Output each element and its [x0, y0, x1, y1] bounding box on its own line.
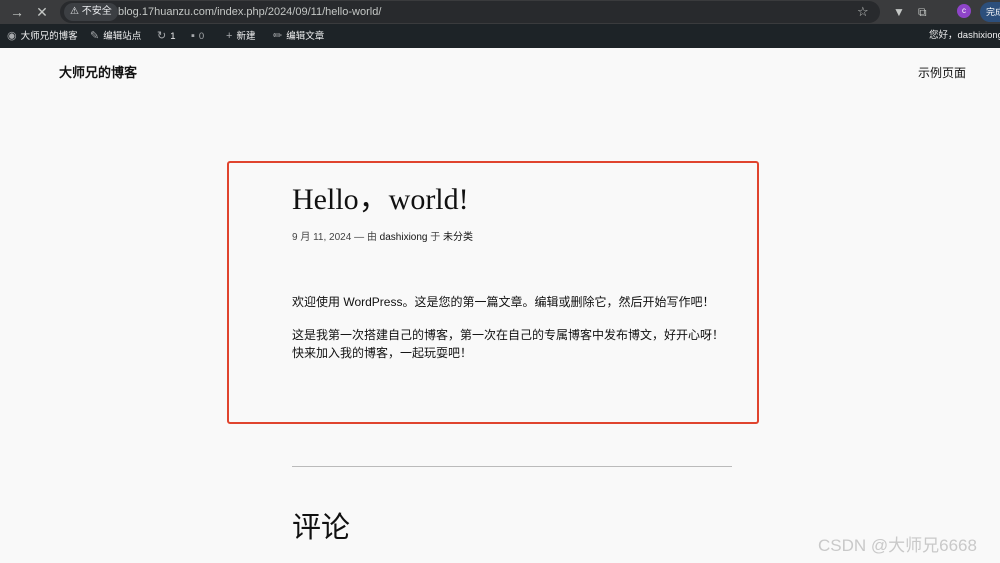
- post-paragraph: 这是我第一次搭建自己的博客，第一次在自己的专属博客中发布博文，好开心呀！: [292, 328, 725, 342]
- updates-icon: ↻: [157, 30, 167, 42]
- admin-customize[interactable]: ✎ 编辑站点: [90, 24, 141, 49]
- post-by: — 由: [354, 232, 377, 243]
- dashboard-icon: ◉: [7, 30, 17, 42]
- extensions-puzzle-icon[interactable]: ⧉: [918, 3, 927, 21]
- pencil-icon: ✏: [273, 30, 283, 42]
- csdn-watermark: CSDN @大师兄6668: [818, 536, 977, 555]
- post-date[interactable]: 9 月 11, 2024: [292, 232, 351, 243]
- comment-bubble-icon: ▪: [191, 30, 195, 42]
- post-paragraph: 快来加入我的博客，一起玩耍吧！: [292, 346, 473, 360]
- bookmark-star-icon[interactable]: ☆: [857, 1, 869, 23]
- post-title: Hello，world!: [292, 183, 469, 216]
- post-paragraph: 欢迎使用 WordPress。这是您的第一篇文章。编辑或删除它，然后开始写作吧！: [292, 295, 715, 309]
- plus-icon: +: [226, 30, 233, 42]
- address-bar[interactable]: ⚠ 不安全 blog.17huanzu.com/index.php/2024/0…: [60, 1, 880, 23]
- separator: [292, 466, 732, 467]
- forward-arrow-icon[interactable]: →: [8, 3, 26, 21]
- site-title[interactable]: 大师兄的博客: [59, 65, 137, 81]
- url-text[interactable]: blog.17huanzu.com/index.php/2024/09/11/h…: [118, 1, 381, 23]
- post-meta: 9 月 11, 2024 — 由 dashixiong 于 未分类: [292, 231, 473, 245]
- brush-icon: ✎: [90, 30, 100, 42]
- profile-avatar[interactable]: c: [957, 4, 971, 18]
- admin-account-greeting[interactable]: 您好，dashixiong: [929, 24, 1000, 48]
- browser-toolbar: → ✕ ⚠ 不安全 blog.17huanzu.com/index.php/20…: [0, 0, 1000, 24]
- stop-loading-icon[interactable]: ✕: [33, 3, 51, 21]
- warning-icon: ⚠: [70, 6, 79, 17]
- post-in: 于: [430, 232, 441, 243]
- extension-funnel-icon[interactable]: ▼: [893, 3, 905, 21]
- admin-site-name[interactable]: ◉ 大师兄的博客: [7, 24, 78, 49]
- post-author[interactable]: dashixiong: [380, 232, 428, 243]
- insecure-chip[interactable]: ⚠ 不安全: [64, 3, 118, 21]
- comments-heading: 评论: [292, 510, 351, 544]
- nav-sample-page[interactable]: 示例页面: [918, 65, 966, 81]
- admin-comments[interactable]: ▪ 0: [191, 24, 204, 49]
- done-button[interactable]: 完成: [980, 2, 1000, 22]
- post-category[interactable]: 未分类: [443, 232, 473, 243]
- insecure-label: 不安全: [81, 6, 112, 17]
- wp-admin-bar: ◉ 大师兄的博客 ✎ 编辑站点 ↻ 1 ▪ 0 + 新建 ✏ 编辑文章 您好，dashixi…: [0, 24, 1000, 48]
- admin-edit-post[interactable]: ✏ 编辑文章: [273, 24, 324, 49]
- admin-updates[interactable]: ↻ 1: [157, 24, 176, 49]
- admin-new[interactable]: + 新建: [226, 24, 255, 49]
